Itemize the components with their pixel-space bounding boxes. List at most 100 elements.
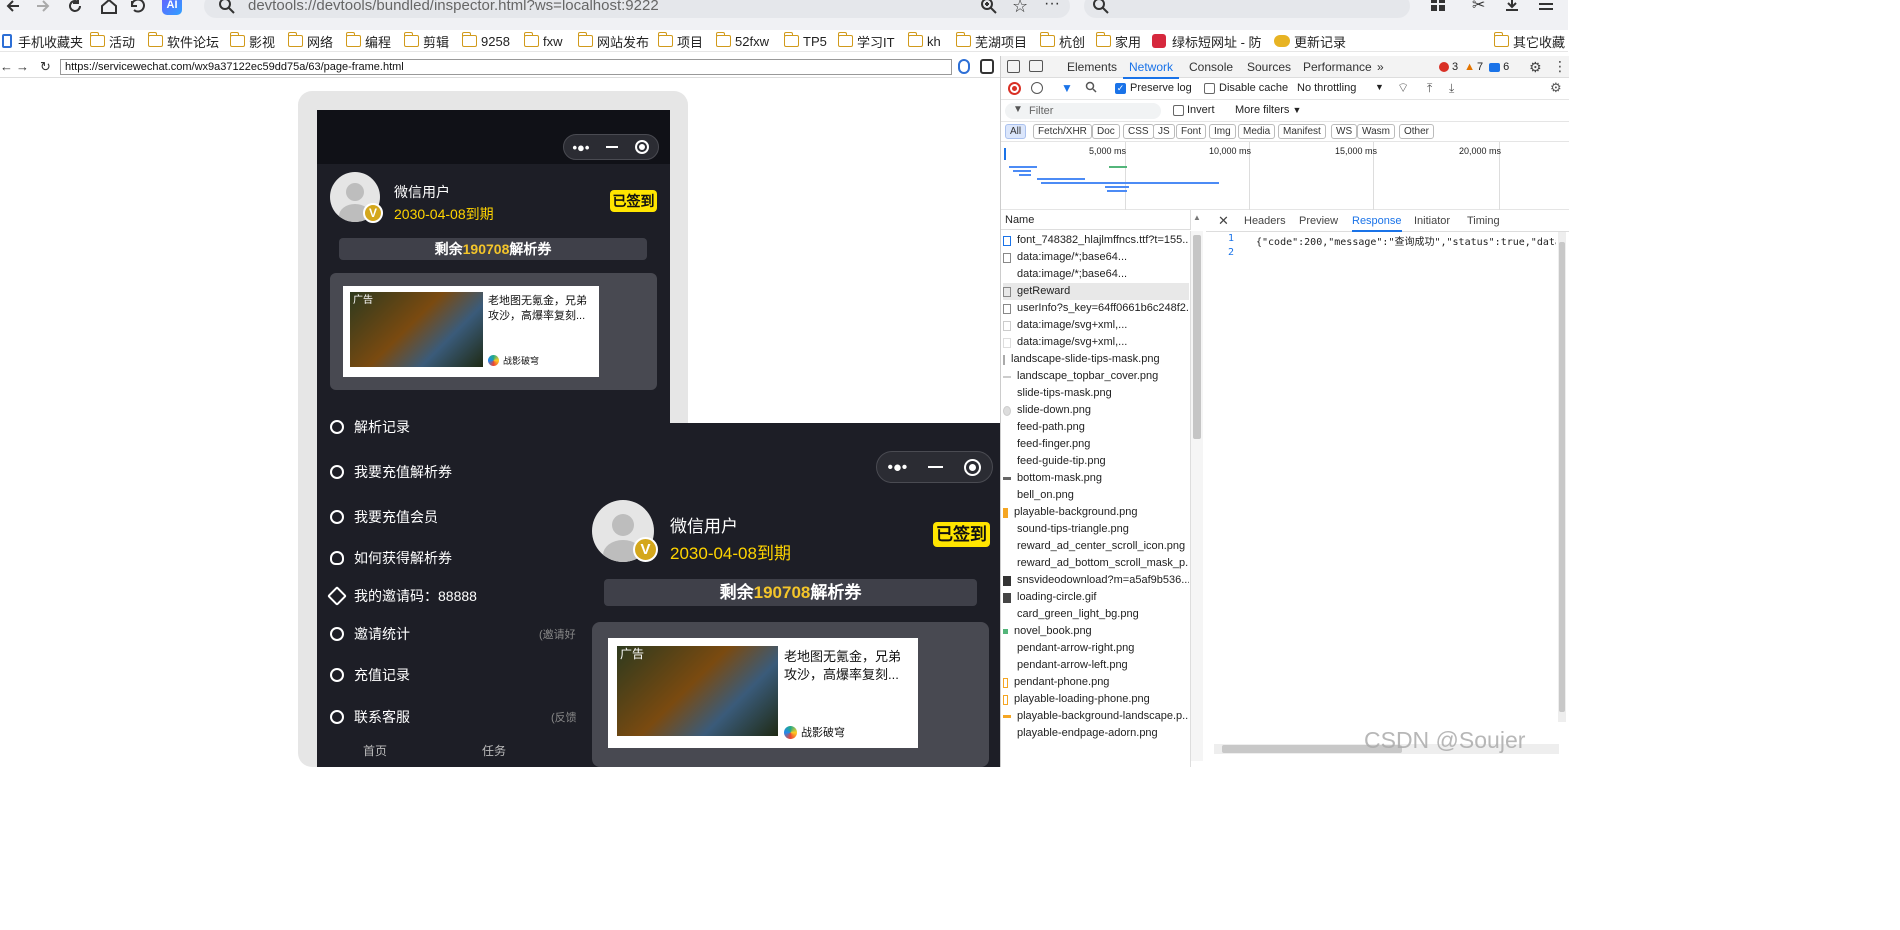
request-row[interactable]: loading-circle.gif <box>1003 589 1189 606</box>
upload-icon[interactable]: ⤒ <box>1427 81 1432 96</box>
name-header[interactable]: Name ▲ <box>1001 210 1201 230</box>
ad-banner[interactable]: 广告 老地图无氪金，兄弟攻沙，高爆率复刻... 战影破穹 <box>608 638 918 748</box>
close-icon[interactable]: ✕ <box>1218 213 1229 229</box>
bookmark-folder[interactable]: 剪辑 <box>403 32 449 50</box>
menu-item-recharge-records[interactable]: 充值记录 <box>330 665 410 685</box>
chip-font[interactable]: Font <box>1176 124 1207 139</box>
reload-icon[interactable]: ↻ <box>40 59 51 75</box>
home-icon[interactable] <box>100 0 118 15</box>
minimize-icon[interactable] <box>928 466 944 468</box>
tab-home[interactable]: 首页 <box>363 742 387 759</box>
close-icon[interactable] <box>964 458 982 476</box>
tab-tasks[interactable]: 任务 <box>482 742 506 759</box>
bookmark-folder[interactable]: 网站发布 <box>577 32 649 50</box>
tab-elements[interactable]: Elements <box>1067 60 1117 74</box>
bookmark-folder[interactable]: kh <box>907 32 941 50</box>
bookmark-folder[interactable]: fxw <box>523 32 563 50</box>
chip-fetch[interactable]: Fetch/XHR <box>1033 124 1092 139</box>
inspect-icon[interactable] <box>1007 60 1020 73</box>
minimize-icon[interactable] <box>606 146 619 148</box>
invert-checkbox[interactable] <box>1173 105 1184 116</box>
issue-counters[interactable]: 3 ▲ 7 6 <box>1439 61 1509 73</box>
chip-media[interactable]: Media <box>1238 124 1276 139</box>
forward-icon[interactable]: → <box>16 59 29 74</box>
settings-icon[interactable]: ⚙ <box>1550 80 1562 96</box>
ai-extension-icon[interactable]: AI <box>162 0 182 15</box>
more-filters-dropdown[interactable]: More filters ▼ <box>1235 104 1301 116</box>
forward-icon[interactable] <box>34 0 52 15</box>
zoom-icon[interactable] <box>980 0 998 15</box>
clear-icon[interactable] <box>1031 82 1043 94</box>
tab-preview[interactable]: Preview <box>1299 215 1338 227</box>
request-row[interactable]: novel_book.png <box>1003 623 1189 640</box>
signed-badge[interactable]: 已签到 <box>610 190 657 212</box>
back-icon[interactable]: ← <box>0 59 13 74</box>
inner-url-field[interactable]: https://servicewechat.com/wx9a37122ec59d… <box>60 59 952 75</box>
request-row[interactable]: data:image/svg+xml,... <box>1003 334 1189 351</box>
request-row[interactable]: font_748382_hlajlmffncs.ttf?t=155... <box>1003 232 1189 249</box>
request-list-scrollbar[interactable] <box>1191 231 1203 761</box>
chip-js[interactable]: JS <box>1153 124 1175 139</box>
chip-css[interactable]: CSS <box>1123 124 1154 139</box>
request-row[interactable]: pendant-arrow-left.png <box>1003 657 1189 674</box>
request-row[interactable]: snsvideodownload?m=a5af9b536... <box>1003 572 1189 589</box>
scissors-icon[interactable]: ✂ <box>1472 0 1485 15</box>
close-icon[interactable] <box>635 140 650 154</box>
menu-item-invite-code[interactable]: 我的邀请码：88888 <box>327 586 477 606</box>
chip-manifest[interactable]: Manifest <box>1278 124 1326 139</box>
request-row[interactable]: landscape_topbar_cover.png <box>1003 368 1189 385</box>
download-icon[interactable]: ⤓ <box>1449 81 1454 96</box>
menu-item-customer-service[interactable]: 联系客服 <box>330 707 410 727</box>
undo-icon[interactable] <box>128 0 146 15</box>
request-row[interactable]: pendant-arrow-right.png <box>1003 640 1189 657</box>
reload-icon[interactable] <box>66 0 84 15</box>
capsule-menu[interactable]: •●• <box>563 134 659 160</box>
bookmark-folder[interactable]: 网络 <box>287 32 333 50</box>
more-icon[interactable]: ··· <box>1044 0 1060 13</box>
menu-item-recharge-tickets[interactable]: 我要充值解析券 <box>330 462 452 482</box>
request-row[interactable]: playable-background-landscape.p... <box>1003 708 1189 725</box>
bookmark-folder[interactable]: 影视 <box>229 32 275 50</box>
request-row[interactable]: card_green_light_bg.png <box>1003 606 1189 623</box>
filter-input[interactable]: ▼ Filter <box>1005 103 1161 119</box>
bookmark-folder[interactable]: 项目 <box>657 32 703 50</box>
capsule-menu[interactable]: •●• <box>876 451 993 483</box>
response-viewer[interactable]: 1 2 {"code":200,"message":"查询成功","status… <box>1206 232 1569 744</box>
chip-img[interactable]: Img <box>1209 124 1236 139</box>
tab-network[interactable]: Network <box>1122 60 1180 79</box>
chip-other[interactable]: Other <box>1399 124 1435 139</box>
chip-all[interactable]: All <box>1005 124 1027 139</box>
bookmark-folder[interactable]: 家用 <box>1095 32 1141 50</box>
request-row[interactable]: playable-loading-phone.png <box>1003 691 1189 708</box>
record-icon[interactable] <box>1008 82 1021 95</box>
request-row[interactable]: reward_ad_center_scroll_icon.png <box>1003 538 1189 555</box>
chip-doc[interactable]: Doc <box>1092 124 1120 139</box>
search-box[interactable] <box>1084 0 1410 18</box>
response-scrollbar[interactable] <box>1558 232 1566 722</box>
more-tabs-icon[interactable]: » <box>1377 60 1384 74</box>
request-row[interactable]: slide-tips-mask.png <box>1003 385 1189 402</box>
request-row-selected[interactable]: getReward <box>1003 283 1189 300</box>
bookmark-folder[interactable]: 编程 <box>345 32 391 50</box>
address-bar[interactable]: devtools://devtools/bundled/inspector.ht… <box>204 0 1070 18</box>
menu-item-history[interactable]: 解析记录 <box>330 417 410 437</box>
request-row[interactable]: playable-endpage-adorn.png <box>1003 725 1189 742</box>
tab-timing[interactable]: Timing <box>1467 215 1500 227</box>
bookmark-folder[interactable]: 杭创 <box>1039 32 1085 50</box>
bookmark-folder[interactable]: 学习IT <box>837 32 895 50</box>
scrollbar-thumb[interactable] <box>1559 242 1565 712</box>
tab-response[interactable]: Response <box>1352 215 1402 232</box>
request-row[interactable]: bottom-mask.png <box>1003 470 1189 487</box>
request-row[interactable]: playable-background.png <box>1003 504 1189 521</box>
request-row[interactable]: slide-down.png <box>1003 402 1189 419</box>
mouse-icon[interactable] <box>958 59 970 74</box>
request-row[interactable]: feed-path.png <box>1003 419 1189 436</box>
bookmark-folder[interactable]: 9258 <box>461 32 510 50</box>
scrollbar-thumb[interactable] <box>1193 235 1201 439</box>
signed-badge[interactable]: 已签到 <box>933 522 990 547</box>
request-row[interactable]: landscape-slide-tips-mask.png <box>1003 351 1189 368</box>
device-toggle-icon[interactable] <box>1029 60 1043 72</box>
menu-item-invite-stats[interactable]: 邀请统计 <box>330 624 410 644</box>
throttling-select[interactable]: No throttling <box>1297 82 1356 94</box>
touch-icon[interactable] <box>980 59 994 74</box>
